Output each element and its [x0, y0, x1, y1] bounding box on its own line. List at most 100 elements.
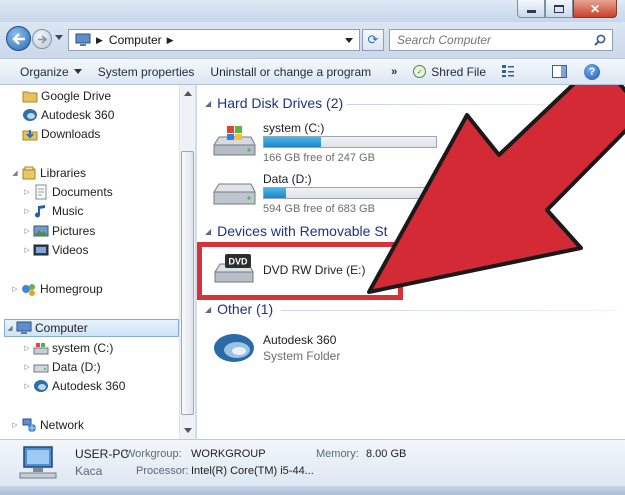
nav-label: Autodesk 360	[52, 379, 126, 393]
group-title: Other (1)	[217, 301, 274, 317]
refresh-button[interactable]: ⟳	[362, 29, 384, 51]
maximize-button[interactable]	[545, 0, 573, 18]
uninstall-label: Uninstall or change a program	[210, 64, 372, 79]
pc-name: USER-PC	[75, 447, 130, 461]
collapse-group-icon[interactable]: ◢	[205, 227, 211, 236]
nav-downloads[interactable]: Downloads	[22, 125, 100, 143]
expand-icon[interactable]: ▷	[22, 227, 32, 235]
hard-disk-group-header[interactable]: ◢ Hard Disk Drives (2)	[205, 95, 343, 111]
more-commands-button[interactable]: »	[391, 66, 397, 78]
organize-button[interactable]: Organize	[20, 65, 82, 79]
other-group-header[interactable]: ◢ Other (1)	[205, 301, 273, 317]
drive-name: Data (D:)	[263, 172, 312, 186]
change-view-icon[interactable]	[501, 64, 515, 78]
forward-button[interactable]	[32, 29, 52, 49]
shred-file-button[interactable]: ✓ Shred File	[413, 65, 486, 79]
expand-icon[interactable]: ▷	[22, 188, 32, 196]
search-icon[interactable]	[594, 34, 606, 46]
item-autodesk-360[interactable]: Autodesk 360 System Folder	[211, 330, 411, 370]
system-properties-button[interactable]: System properties	[98, 65, 195, 79]
user-name: Kaca	[75, 464, 103, 478]
expand-icon[interactable]: ▷	[22, 382, 32, 390]
nav-label: system (C:)	[52, 341, 114, 355]
nav-label: Downloads	[41, 127, 101, 141]
nav-pictures[interactable]: ▷ Pictures	[22, 222, 95, 240]
search-box[interactable]	[389, 29, 613, 51]
minimize-button[interactable]	[517, 0, 545, 18]
computer-icon	[75, 33, 91, 46]
workgroup-label: Workgroup:	[125, 448, 182, 460]
nav-autodesk-360[interactable]: ▷ Autodesk 360	[22, 377, 125, 395]
collapse-group-icon[interactable]: ◢	[205, 305, 211, 314]
nav-libraries[interactable]: ◢ Libraries	[10, 164, 86, 182]
workgroup-value: WORKGROUP	[191, 448, 266, 460]
nav-documents[interactable]: ▷ Documents	[22, 183, 113, 201]
processor-label: Processor:	[136, 465, 189, 477]
memory-value: 8.00 GB	[366, 448, 407, 460]
nav-computer[interactable]: ◢ Computer	[4, 319, 179, 337]
scrollbar-thumb[interactable]	[181, 151, 194, 415]
processor-value: Intel(R) Core(TM) i5-44...	[191, 465, 314, 477]
nav-system-c[interactable]: ▷ system (C:)	[22, 339, 113, 357]
nav-data-d[interactable]: ▷ Data (D:)	[22, 358, 101, 376]
nav-label: Computer	[35, 321, 88, 335]
organize-dropdown-icon	[73, 69, 82, 74]
navigation-pane: Google Drive Autodesk 360 Downloads ◢ Li…	[0, 85, 196, 439]
content-pane: ◢ Hard Disk Drives (2) system (C:) 166 G…	[197, 85, 625, 439]
expand-icon[interactable]: ▷	[10, 285, 20, 293]
system-drive-icon	[213, 126, 256, 156]
nav-homegroup[interactable]: ▷ Homegroup	[10, 280, 103, 298]
nav-network[interactable]: ▷ Network	[10, 416, 84, 434]
folder-icon	[22, 91, 38, 103]
downloads-icon	[22, 130, 38, 141]
collapse-icon[interactable]: ◢	[10, 169, 20, 177]
address-bar[interactable]: ▶ Computer ▶	[68, 29, 360, 51]
drive-icon	[213, 183, 256, 205]
collapse-icon[interactable]: ◢	[5, 324, 15, 332]
computer-icon	[19, 446, 57, 479]
autodesk-icon	[214, 334, 254, 362]
autodesk-icon	[23, 109, 37, 121]
expand-icon[interactable]: ▷	[22, 246, 32, 254]
close-button[interactable]: ✕	[573, 0, 617, 18]
preview-pane-icon[interactable]	[552, 65, 567, 78]
address-dropdown-icon[interactable]	[345, 38, 353, 43]
expand-icon[interactable]: ▷	[22, 207, 32, 215]
organize-label: Organize	[20, 64, 69, 79]
scroll-down-icon[interactable]	[184, 428, 192, 433]
nav-scrollbar[interactable]	[179, 85, 195, 439]
drive-icon	[33, 364, 49, 373]
homegroup-icon	[22, 284, 35, 296]
nav-google-drive[interactable]: Google Drive	[22, 87, 111, 105]
scroll-up-icon[interactable]	[184, 91, 192, 96]
back-button[interactable]	[6, 26, 31, 51]
drive-usage-fill	[264, 188, 287, 198]
network-icon	[22, 418, 36, 432]
nav-videos[interactable]: ▷ Videos	[22, 241, 88, 259]
videos-icon	[33, 244, 49, 256]
pictures-icon	[33, 225, 49, 237]
recent-pages-dropdown[interactable]	[55, 35, 63, 40]
search-input[interactable]	[390, 33, 580, 47]
autodesk-icon	[34, 380, 48, 392]
expand-icon[interactable]: ▷	[22, 344, 32, 352]
drive-name: system (C:)	[263, 121, 325, 135]
expand-icon[interactable]: ▷	[10, 421, 20, 429]
expand-icon[interactable]: ▷	[22, 363, 32, 371]
breadcrumb-chevron-icon[interactable]: ▶	[167, 35, 174, 46]
help-icon[interactable]: ?	[584, 64, 600, 80]
nav-autodesk-360-fav[interactable]: Autodesk 360	[22, 106, 114, 124]
red-arrow-annotation	[367, 85, 625, 294]
nav-label: Homegroup	[40, 282, 103, 296]
breadcrumb-computer[interactable]: Computer	[109, 33, 162, 47]
music-icon	[35, 205, 45, 218]
collapse-group-icon[interactable]: ◢	[205, 99, 211, 108]
nav-label: Libraries	[40, 166, 87, 180]
breadcrumb-separator-icon[interactable]: ▶	[96, 35, 103, 46]
nav-label: Autodesk 360	[41, 108, 115, 122]
nav-label: Data (D:)	[52, 360, 101, 374]
nav-music[interactable]: ▷ Music	[22, 202, 83, 220]
nav-label: Pictures	[52, 224, 96, 238]
uninstall-program-button[interactable]: Uninstall or change a program	[210, 65, 371, 79]
item-name: Autodesk 360	[263, 333, 337, 347]
